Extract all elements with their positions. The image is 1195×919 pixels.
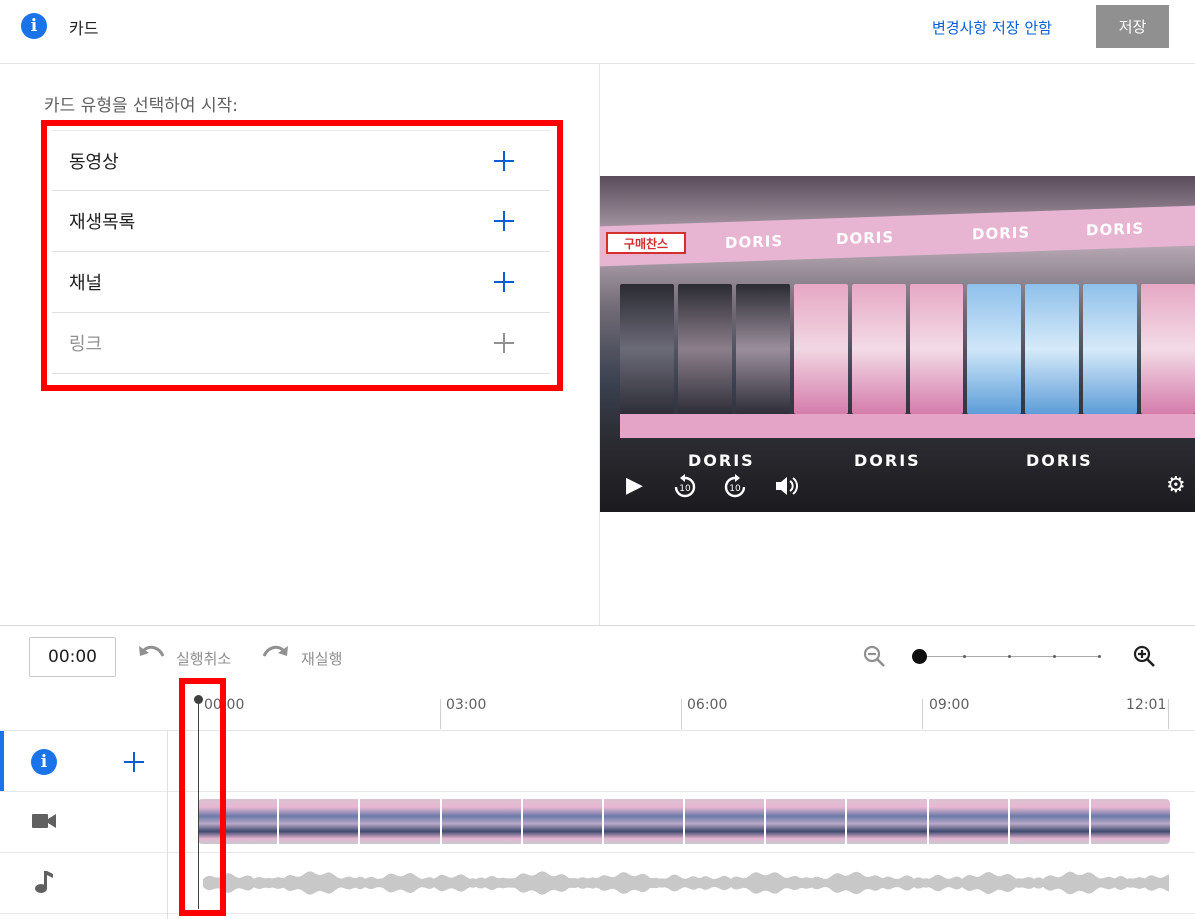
- active-track-indicator: [0, 731, 4, 792]
- shelf-banner: DORIS DORIS DORIS DORIS: [600, 205, 1195, 267]
- info-icon: i: [21, 13, 47, 39]
- undo-button[interactable]: 실행취소: [176, 648, 231, 669]
- play-icon[interactable]: ▶: [626, 474, 643, 498]
- playhead-handle[interactable]: [194, 695, 203, 704]
- brand-text: DORIS: [854, 451, 921, 470]
- brand-text: DORIS: [1086, 219, 1145, 240]
- doll-boxes: [620, 284, 1195, 414]
- card-type-playlist[interactable]: 재생목록: [52, 191, 550, 252]
- brand-text: DORIS: [972, 223, 1031, 244]
- card-type-label: 동영상: [69, 151, 119, 173]
- rewind-10-icon[interactable]: 10: [672, 474, 698, 506]
- card-type-link: 링크: [52, 313, 550, 374]
- save-button[interactable]: 저장: [1096, 5, 1169, 48]
- zoom-slider-handle[interactable]: [912, 649, 927, 664]
- card-type-channel[interactable]: 채널: [52, 252, 550, 313]
- redo-icon[interactable]: [262, 644, 290, 670]
- header: i 카드 변경사항 저장 안함 저장: [0, 0, 1195, 64]
- card-type-label: 링크: [69, 334, 103, 355]
- svg-text:10: 10: [679, 484, 691, 494]
- undo-icon[interactable]: [137, 644, 165, 670]
- ruler-tick-label: 06:00: [687, 697, 728, 713]
- ruler-tick-label: 12:01: [1126, 697, 1167, 713]
- audio-waveform: [203, 871, 1169, 895]
- page-title: 카드: [69, 19, 99, 38]
- card-type-label: 재생목록: [69, 212, 136, 233]
- sale-tag: 구매찬스: [606, 232, 686, 254]
- card-type-list: 동영상 재생목록 채널 링크: [52, 130, 550, 374]
- brand-text: DORIS: [1026, 451, 1093, 470]
- add-icon[interactable]: [494, 211, 514, 231]
- info-icon[interactable]: i: [31, 749, 57, 775]
- card-type-prompt: 카드 유형을 선택하여 시작:: [44, 96, 238, 116]
- card-type-video[interactable]: 동영상: [52, 131, 550, 191]
- add-icon: [494, 333, 514, 353]
- add-card-icon[interactable]: [124, 752, 144, 772]
- shelf-price-rail: [620, 414, 1195, 438]
- forward-10-icon[interactable]: 10: [722, 474, 748, 506]
- playhead[interactable]: [198, 699, 199, 909]
- redo-button[interactable]: 재실행: [301, 648, 342, 669]
- music-note-icon: [34, 870, 54, 898]
- current-time-field[interactable]: 00:00: [29, 637, 116, 677]
- svg-text:10: 10: [729, 484, 741, 494]
- card-type-label: 채널: [69, 273, 103, 294]
- zoom-in-icon[interactable]: [1132, 644, 1156, 672]
- add-icon[interactable]: [494, 150, 514, 171]
- volume-icon[interactable]: [774, 474, 800, 504]
- video-camera-icon: [31, 811, 57, 835]
- brand-text: DORIS: [688, 451, 755, 470]
- ruler-tick-label: 03:00: [446, 697, 487, 713]
- video-filmstrip[interactable]: [198, 799, 1170, 844]
- video-preview[interactable]: DORIS DORIS DORIS DORIS 구매찬스 DORIS DORIS…: [600, 176, 1195, 512]
- ruler-tick-label: 00:00: [204, 697, 245, 713]
- settings-icon[interactable]: ⚙: [1166, 474, 1186, 498]
- add-icon[interactable]: [494, 272, 514, 292]
- zoom-out-icon[interactable]: [862, 644, 886, 672]
- ruler-tick-label: 09:00: [929, 697, 970, 713]
- brand-text: DORIS: [725, 231, 784, 253]
- discard-changes-link[interactable]: 변경사항 저장 안함: [932, 17, 1052, 38]
- brand-text: DORIS: [836, 228, 895, 249]
